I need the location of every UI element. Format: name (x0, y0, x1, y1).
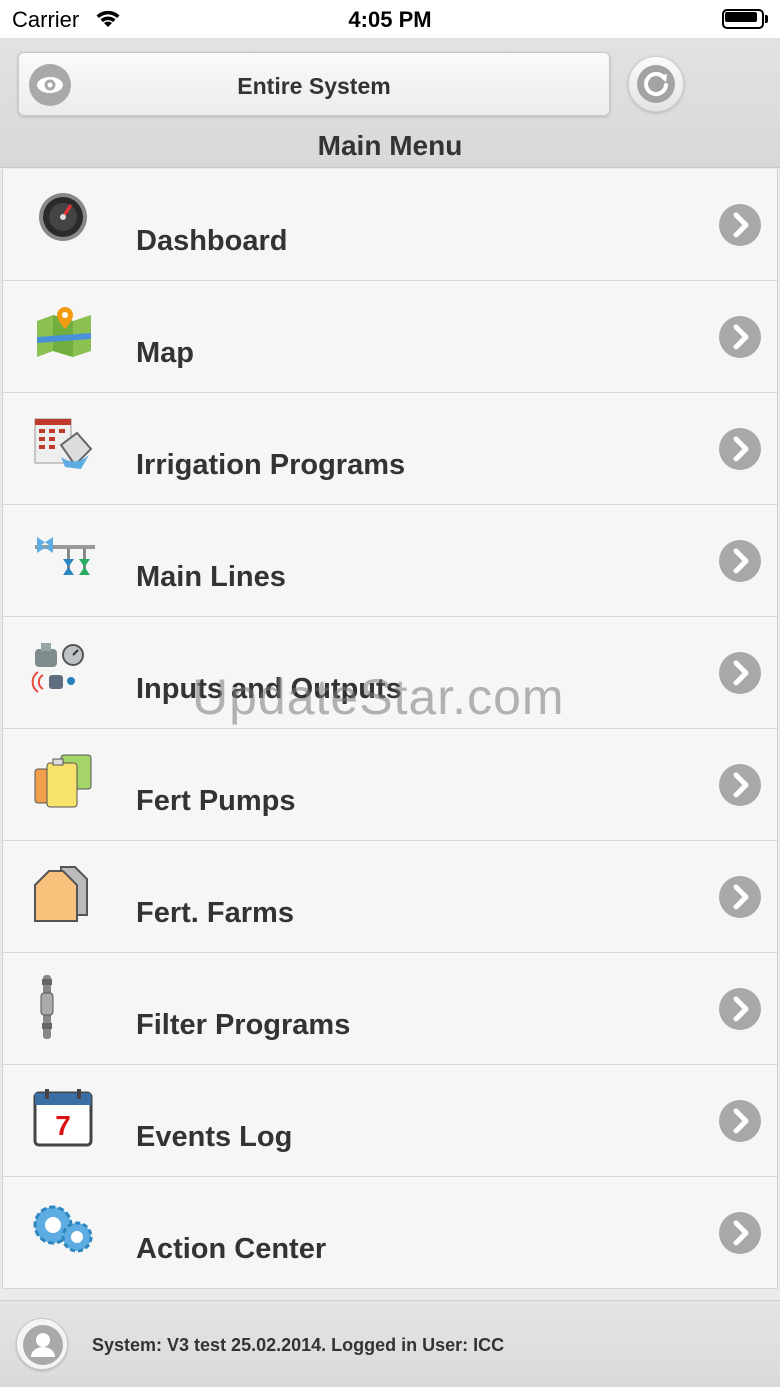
menu-item-inputs-and-outputs[interactable]: Inputs and Outputs (3, 617, 777, 729)
menu-item-label: Fert Pumps (136, 785, 296, 817)
menu-item-label: Main Lines (136, 561, 286, 593)
menu-item-irrigation-programs[interactable]: Irrigation Programs (3, 393, 777, 505)
menu-item-label: Filter Programs (136, 1009, 351, 1041)
inputs-outputs-icon (31, 643, 84, 693)
chevron-right-icon (719, 652, 761, 694)
chevron-right-icon (719, 428, 761, 470)
main-menu-list: Dashboard Map Irrigation Programs Main L… (2, 169, 778, 1289)
menu-item-filter-programs[interactable]: Filter Programs (3, 953, 777, 1065)
fert-pumps-icon (34, 754, 92, 808)
main-lines-icon (35, 537, 95, 575)
system-selector-button[interactable]: Entire System (18, 52, 610, 116)
menu-item-label: Map (136, 337, 194, 369)
menu-item-label: Dashboard (136, 225, 288, 257)
header: Entire System Main Menu (0, 38, 780, 168)
chevron-right-icon (719, 988, 761, 1030)
menu-item-action-center[interactable]: Action Center (3, 1177, 777, 1289)
refresh-icon (637, 65, 675, 103)
system-selector-label: Entire System (237, 73, 391, 99)
gears-icon (33, 1205, 93, 1253)
battery-icon (722, 9, 768, 29)
calendar-icon: 7 (33, 1089, 93, 1147)
menu-item-label: Action Center (136, 1233, 327, 1265)
dashboard-gauge-icon (39, 193, 87, 241)
menu-item-dashboard[interactable]: Dashboard (3, 169, 777, 281)
menu-item-label: Events Log (136, 1121, 293, 1153)
irrigation-programs-icon (34, 418, 93, 469)
menu-item-map[interactable]: Map (3, 281, 777, 393)
session-info: System: V3 test 25.02.2014. Logged in Us… (92, 1335, 505, 1355)
menu-item-main-lines[interactable]: Main Lines (3, 505, 777, 617)
menu-item-fert-farms[interactable]: Fert. Farms (3, 841, 777, 953)
chevron-right-icon (719, 1100, 761, 1142)
user-avatar-icon[interactable] (16, 1318, 68, 1370)
chevron-right-icon (719, 764, 761, 806)
footer: System: V3 test 25.02.2014. Logged in Us… (0, 1300, 780, 1387)
menu-item-fert-pumps[interactable]: Fert Pumps (3, 729, 777, 841)
fert-farms-icon (34, 866, 88, 922)
chevron-right-icon (719, 876, 761, 918)
page-title: Main Menu (317, 130, 463, 161)
calendar-day: 7 (55, 1110, 71, 1141)
menu-item-label: Irrigation Programs (136, 449, 406, 481)
refresh-button[interactable] (628, 56, 684, 112)
status-time: 4:05 PM (348, 7, 432, 32)
menu-item-label: Inputs and Outputs (136, 673, 402, 705)
chevron-right-icon (719, 540, 761, 582)
filter-programs-icon (40, 975, 54, 1039)
status-bar: Carrier 4:05 PM (0, 0, 780, 38)
menu-item-label: Fert. Farms (136, 897, 294, 929)
menu-item-events-log[interactable]: 7 Events Log (3, 1065, 777, 1177)
map-icon (37, 307, 91, 357)
chevron-right-icon (719, 316, 761, 358)
chevron-right-icon (719, 204, 761, 246)
chevron-right-icon (719, 1212, 761, 1254)
